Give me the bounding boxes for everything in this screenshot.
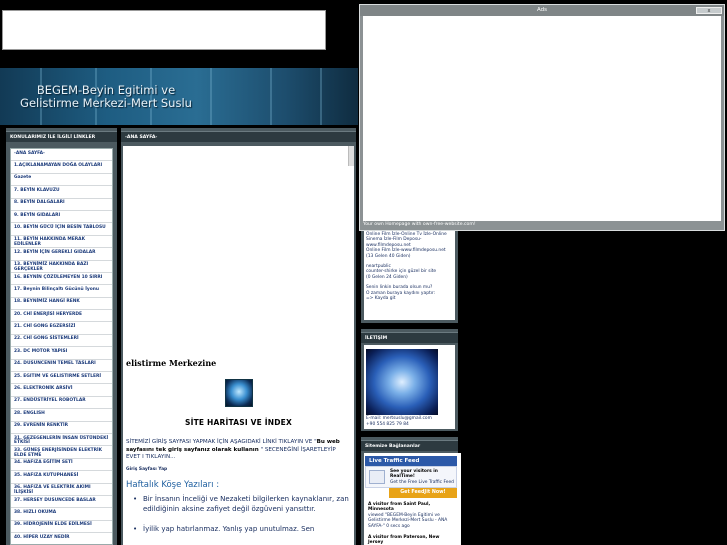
intro-text: SİTEMİZİ GİRİŞ SAYFASI YAPMAK İÇİN AŞAGI…: [126, 439, 317, 445]
list-item: Bir İnsanın İnceliği ve Nezaketi bilgile…: [133, 494, 351, 514]
site-title: BEGEM-Beyin Egitimi ve Gelistirme Merkez…: [20, 83, 192, 110]
frame-scrollbar[interactable]: [348, 146, 354, 166]
sidebar-menu: -ANA SAYFA- 1.AÇIKLANAMAYAN DOĞA OLAYLAR…: [10, 148, 113, 545]
sidebar-item[interactable]: 24. DUSUNCENIN TEMEL TASLARI: [11, 360, 112, 373]
sidebar-item[interactable]: 16. BEYNİN ÇÖZÜLEMEYEN 10 SIRRI: [11, 273, 112, 286]
sidebar-item[interactable]: 11. BEYİN HAKKINDA MERAK EDİLENLER: [11, 236, 112, 249]
contact-heading: İLETİŞİM: [361, 332, 458, 343]
weekly-articles-list: Bir İnsanın İnceliği ve Nezaketi bilgile…: [133, 494, 351, 544]
sidebar-item[interactable]: 8. BEYİN DALGALARI: [11, 199, 112, 211]
contact-content: E-mail: mertsuslu@gmail.com +90 554 825 …: [364, 345, 455, 429]
welcome-heading: elistirme Merkezine: [126, 358, 217, 368]
register-link[interactable]: => Kayda git: [366, 296, 453, 301]
sidebar-item[interactable]: 38. HIZLI OKUMA: [11, 508, 112, 521]
banner-stripe: [320, 68, 322, 125]
sidebar-item[interactable]: 35. HAFIZA KUTUPHANESİ: [11, 471, 112, 484]
sidebar-item[interactable]: 27. ENDÜSTRİYEL ROBOTLAR: [11, 397, 112, 410]
visitor-detail[interactable]: viewed "BEGEM-Beyin Egitimi ve Gelistirm…: [368, 513, 456, 529]
partner-line[interactable]: Online Film İzle-Online Tv İzle-Online S…: [366, 232, 453, 248]
sidebar-item[interactable]: 36. HAFIZA VE ELEKTRİK AKIMI İLİŞKİSİ: [11, 484, 112, 496]
sidebar-item[interactable]: 22. CHİ GONG SİSTEMLERİ: [11, 335, 112, 348]
feedjit-icon: [369, 470, 385, 484]
partner-links-content: Online Film İzle-Online Tv İzle-Online S…: [364, 230, 455, 320]
content-area: elistirme Merkezine SİTE HARİTASI VE İND…: [123, 146, 354, 545]
site-map-heading: SİTE HARİTASI VE İNDEX: [185, 418, 292, 427]
traffic-heading: Sitemize Bağlananlar: [361, 440, 458, 451]
left-sidebar: KONULARIMIZ İLE İLGİLİ LİNKLER -ANA SAYF…: [6, 128, 117, 545]
sidebar-item[interactable]: 33. GÜNEŞ ENERJİSİNDEN ELEKTRİK ELDE ETM…: [11, 446, 112, 459]
embedded-frame: [123, 146, 347, 170]
live-traffic-bar[interactable]: Live Traffic Feed: [365, 456, 457, 466]
visitor-location: A visitor from Paterson, New Jersey: [368, 535, 440, 545]
contact-phone: +90 554 825 79 84: [366, 422, 409, 427]
partner-line[interactable]: Online Film İzle-www.filmdeposu.net: [366, 248, 453, 253]
set-homepage-link[interactable]: Giriş Sayfası Yap: [126, 467, 167, 472]
sidebar-item[interactable]: 29. EVRENİN RENKTİR: [11, 422, 112, 434]
sidebar-item[interactable]: -ANA SAYFA-: [11, 149, 112, 162]
brain-image: [366, 349, 438, 415]
get-feedjit-button[interactable]: Get FeedJit Now!: [389, 488, 457, 498]
traffic-promo: See your visitors in RealTime! Get the F…: [365, 466, 457, 488]
promo-title: See your visitors in RealTime!: [390, 469, 438, 480]
contact-email[interactable]: E-mail: mertsuslu@gmail.com: [366, 416, 432, 421]
sidebar-item[interactable]: 13. BEYNİMİZ HAKKINDA BAZI GERÇEKLER: [11, 261, 112, 273]
traffic-widget: Live Traffic Feed See your visitors in R…: [364, 453, 461, 545]
sidebar-item[interactable]: 20. CHİ ENERJİSİ HERYERDE: [11, 310, 112, 323]
ads-footer-link[interactable]: Your own Homepage with own-free-website.…: [363, 222, 476, 227]
contact-box: İLETİŞİM E-mail: mertsuslu@gmail.com +90…: [361, 329, 458, 431]
ads-content[interactable]: [363, 16, 721, 221]
sidebar-item[interactable]: 39. HİDROJENİN ELDE EDİLMESİ: [11, 521, 112, 534]
sidebar-item[interactable]: 28. ENGLISH: [11, 409, 112, 422]
sidebar-item[interactable]: 23. DC MOTOR YAPISI: [11, 347, 112, 360]
partner-links-box: Online Film İzle-Online Tv İzle-Online S…: [361, 220, 458, 323]
homepage-instructions: SİTEMİZİ GİRİŞ SAYFASI YAPMAK İÇİN AŞAGI…: [126, 439, 346, 462]
site-banner: BEGEM-Beyin Egitimi ve Gelistirme Merkez…: [0, 68, 358, 125]
visitor-entry: A visitor from Saint Paul, Minnesota vie…: [368, 502, 456, 529]
sidebar-item[interactable]: 12. BEYİN İÇİN GEREKLİ GIDALAR: [11, 248, 112, 261]
page-title: -ANA SAYFA-: [121, 131, 356, 142]
sidebar-item[interactable]: 26. ELEKTRONİK ARSİVİ: [11, 384, 112, 397]
weekly-articles-heading: Haftalık Köşe Yazıları :: [126, 480, 220, 490]
close-icon[interactable]: x: [696, 7, 722, 14]
banner-stripe: [210, 68, 212, 125]
main-content-panel: -ANA SAYFA- elistirme Merkezine SİTE HAR…: [121, 128, 356, 545]
sidebar-item[interactable]: 25. EGITIM VE GELISTIRME SETLERİ: [11, 372, 112, 385]
sidebar-item[interactable]: 10. BEYİN GÜCÜ İÇİN BESİN TABLOSU: [11, 223, 112, 236]
top-white-box: [2, 10, 326, 50]
list-item: İyilik yap hatırlanmaz. Yanlış yap unutu…: [133, 524, 351, 534]
sidebar-item[interactable]: 17. Beynin Bilinçaltı Gücünü İyonu: [11, 285, 112, 298]
sidebar-item[interactable]: 21. CHİ GONG EGZERSİZİ: [11, 322, 112, 335]
traffic-feed-box: Sitemize Bağlananlar Live Traffic Feed S…: [361, 437, 461, 545]
sidebar-heading: KONULARIMIZ İLE İLGİLİ LİNKLER: [6, 131, 117, 142]
ads-title: Ads: [360, 5, 724, 16]
sidebar-item[interactable]: 34. HAFIZA EĞİTİM SETİ: [11, 459, 112, 472]
banner-stripe: [270, 68, 272, 125]
visitor-location: A visitor from Saint Paul, Minnesota: [368, 502, 431, 513]
sidebar-item[interactable]: 31. GEZEGENLERİN İNSAN ÜSTÜNDEKİ ETKİSİ: [11, 434, 112, 447]
alien-logo-image: [225, 379, 253, 407]
promo-subtitle: Get the Free Live Traffic Feed: [390, 480, 454, 485]
sidebar-item[interactable]: 18. BEYNİMİZ HANGİ RENK: [11, 298, 112, 311]
sidebar-item[interactable]: 40. HİPER UZAY NEDİR: [11, 533, 112, 545]
sidebar-item[interactable]: 1.AÇIKLANAMAYAN DOĞA OLAYLARI: [11, 161, 112, 174]
sidebar-item[interactable]: 37. HERSEY DUSUNCEDE BASLAR: [11, 496, 112, 509]
sidebar-item[interactable]: 7. BEYİN KLAVUZU: [11, 186, 112, 199]
sidebar-item[interactable]: 9. BEYİN GIDALARI: [11, 211, 112, 224]
sidebar-item[interactable]: Gazete: [11, 174, 112, 187]
ads-popup-window: Ads x Your own Homepage with own-free-we…: [359, 4, 725, 231]
